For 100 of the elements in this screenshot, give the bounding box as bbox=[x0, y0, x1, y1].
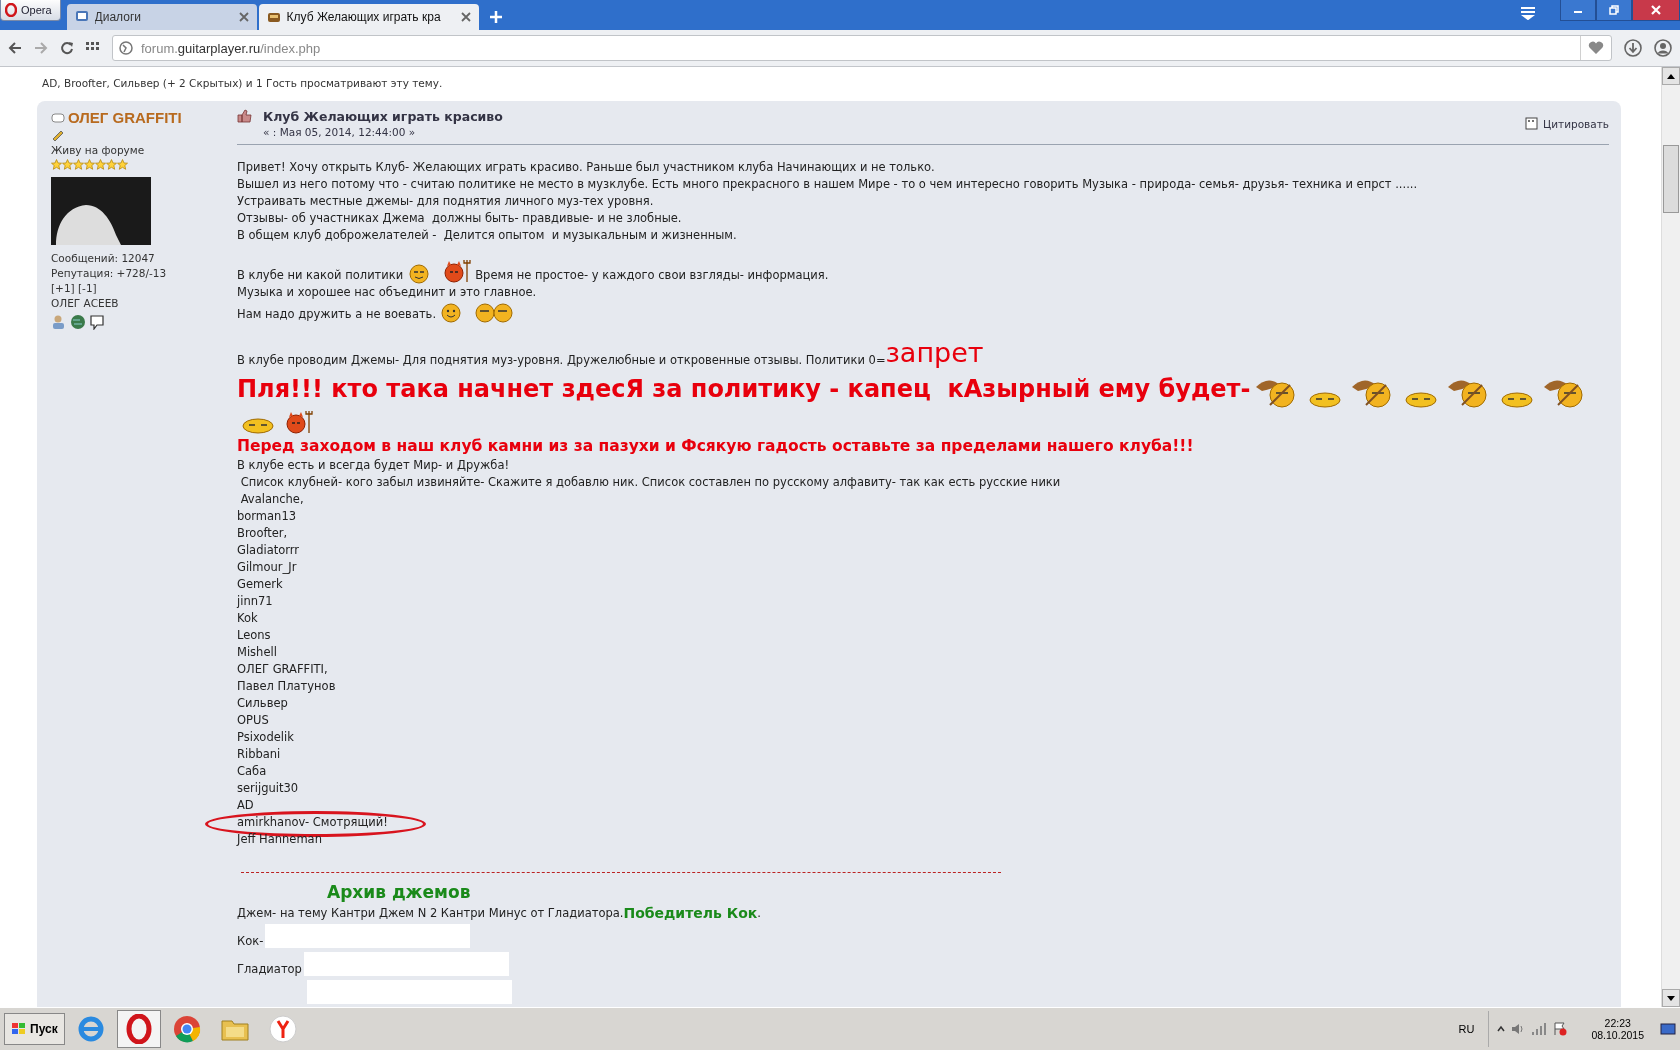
post-text-line: ОЛЕГ GRAFFITI, bbox=[237, 661, 328, 678]
post-text-line: OPUS bbox=[237, 712, 269, 729]
yandex-icon bbox=[267, 1014, 298, 1044]
post-count: Сообщений: 12047 bbox=[51, 252, 156, 264]
chrome-icon bbox=[171, 1014, 202, 1044]
star-icon bbox=[51, 159, 62, 170]
post-date: « : Мая 05, 2014, 12:44:00 » bbox=[263, 126, 417, 138]
speaker-icon[interactable] bbox=[1511, 1022, 1526, 1036]
post-text-line: Gemerk bbox=[237, 576, 283, 593]
download-icon[interactable] bbox=[1624, 39, 1642, 57]
scroll-up-icon[interactable] bbox=[1667, 73, 1675, 79]
sleepy-smiley-icon bbox=[1404, 391, 1439, 409]
smiley-icon bbox=[440, 301, 463, 323]
star-icon bbox=[62, 159, 73, 170]
post-text-line: Отзывы- об участниках Джема должны быть- правдивые- и не злобные. bbox=[237, 210, 682, 227]
quote-button[interactable]: Цитировать bbox=[1525, 117, 1609, 130]
close-icon[interactable] bbox=[460, 12, 471, 22]
menu-icon[interactable] bbox=[1520, 6, 1536, 20]
opera-menu-button[interactable]: Opera bbox=[0, 0, 61, 21]
opera-logo-icon bbox=[5, 3, 17, 17]
restore-button[interactable] bbox=[1596, 0, 1632, 21]
start-button[interactable]: Пуск bbox=[4, 1013, 65, 1045]
scroll-thumb[interactable] bbox=[1663, 145, 1679, 213]
post-text-line: Ribbani bbox=[237, 746, 281, 763]
devil-smiley-icon bbox=[441, 258, 472, 284]
devil-smiley-icon bbox=[283, 409, 313, 435]
speech-bubble-icon[interactable] bbox=[89, 314, 105, 330]
post-text-line: Устраивать местные джемы- для поднятия личного муз-тех уровня. bbox=[237, 193, 654, 210]
post-text-line: Psixodelik bbox=[237, 729, 294, 746]
star-icon bbox=[84, 159, 95, 170]
star-icon bbox=[95, 159, 106, 170]
post-text-line: Саба bbox=[237, 763, 267, 780]
post-text-line: borman13 bbox=[237, 508, 297, 525]
guitar-amp-icon bbox=[266, 10, 281, 24]
post-text-line: Gladiatorrr bbox=[237, 542, 300, 559]
post-text-line: В общем клуб доброжелателей - Делится опытом и музыкальным и жизненным. bbox=[237, 227, 737, 244]
heart-icon[interactable] bbox=[1588, 41, 1604, 55]
post-text-line: AD bbox=[237, 797, 254, 814]
post-text-line: jinn71 bbox=[237, 593, 273, 610]
post-text: В клубе ни какой политики bbox=[237, 267, 404, 284]
restore-icon bbox=[1609, 5, 1619, 15]
star-icon bbox=[117, 159, 128, 170]
star-icon bbox=[106, 159, 117, 170]
scroll-down-icon[interactable] bbox=[1667, 995, 1675, 1001]
show-desktop-icon[interactable] bbox=[1660, 1021, 1676, 1037]
vote-links[interactable]: [+1] [-1] bbox=[51, 282, 221, 294]
post-text-line: Broofter, bbox=[237, 525, 288, 542]
post-text-line: Сильвер bbox=[237, 695, 288, 712]
post-text: Время не простое- у каждого свои взгляды- информация. bbox=[475, 267, 829, 284]
scrollbar[interactable] bbox=[1661, 67, 1680, 1007]
warning-heading: Пля!!! кто така начнет здесЯ за политику - капец кАзырный ему будет- bbox=[237, 374, 1251, 405]
archive-heading: Архив джемов bbox=[327, 881, 471, 904]
post-text-line: serijguit30 bbox=[237, 780, 299, 797]
post-text: Гладиатор bbox=[237, 961, 302, 978]
post-text-line: Mishell bbox=[237, 644, 277, 661]
sleepy-smiley-icon bbox=[241, 417, 275, 435]
post-text-line: Leons bbox=[237, 627, 271, 644]
post-text-line: Kok bbox=[237, 610, 258, 627]
reputation: Репутация: +728/-13 bbox=[51, 267, 168, 279]
sleepy-smiley-icon bbox=[1308, 391, 1343, 409]
flag-alert-icon[interactable] bbox=[1553, 1022, 1568, 1036]
reload-icon[interactable] bbox=[60, 41, 74, 55]
post-text: Джем- на тему Кантри Джем N 2 Кантри Минус от Гладиатора. bbox=[237, 905, 624, 922]
chevron-up-icon[interactable] bbox=[1497, 1025, 1506, 1033]
language-indicator[interactable]: RU bbox=[1458, 1023, 1475, 1035]
clock[interactable]: 22:23 08.10.2015 bbox=[1591, 1017, 1644, 1041]
address-field[interactable]: forum.guitarplayer.ru/index.php bbox=[112, 35, 1612, 61]
post-text-line: Вышел из него потому что - считаю политике не место в музклубе. Есть много прекрасного в нашем Мире - то о чем интересно говорить Музыка - природа- семья- друзья- техника и епрст ...... bbox=[237, 176, 1418, 193]
pencil-icon bbox=[51, 129, 65, 141]
close-icon[interactable] bbox=[238, 12, 249, 22]
post-text: . bbox=[757, 905, 761, 922]
post-text-line: Jeff Hanneman bbox=[237, 831, 322, 848]
back-icon[interactable] bbox=[8, 42, 22, 54]
post-text-line: Павел Платунов bbox=[237, 678, 336, 695]
post-text: В клубе проводим Джемы- Для поднятия муз-уровня. Дружелюбные и откровенные отзывы. Политики 0= bbox=[237, 352, 886, 369]
post-text-line: Привет! Хочу открыть Клуб- Желающих играть красиво. Раньше был участником клуба Начинающих и не только. bbox=[237, 159, 935, 176]
quote-icon bbox=[1525, 117, 1539, 130]
post-text-line: Gilmour_Jr bbox=[237, 559, 297, 576]
post-title[interactable]: Клуб Желающих играть красиво bbox=[263, 109, 1516, 124]
post-text-line: amirkhanov- Смотрящий! bbox=[237, 814, 388, 831]
close-icon bbox=[1651, 5, 1661, 15]
browser-tab[interactable]: Клуб Желающих играть кра bbox=[258, 4, 479, 30]
account-icon[interactable] bbox=[1654, 39, 1672, 57]
real-name: ОЛЕГ АСЕЕВ bbox=[51, 297, 120, 309]
post-text-line: Музыка и хорошее нас объединит и это главное. bbox=[237, 284, 537, 301]
chat-icon bbox=[74, 10, 89, 24]
browser-tab[interactable]: Диалоги bbox=[66, 4, 257, 30]
member-rank: Живу на форуме bbox=[51, 144, 146, 156]
post-text-line: Список клубней- кого забыл извиняйте- Скажите я добавлю ник. Список составлен по русскому алфавиту- так как есть русские ники bbox=[239, 474, 1061, 491]
post-text: Нам надо дружить а не воевать. bbox=[237, 306, 437, 323]
opera-button[interactable] bbox=[116, 1010, 161, 1048]
warning-word: запрет bbox=[885, 337, 984, 369]
windows-flag-icon bbox=[11, 1022, 27, 1036]
url-text: forum.guitarplayer.ru/index.php bbox=[141, 40, 321, 56]
minimize-button[interactable] bbox=[1560, 0, 1596, 21]
star-icon bbox=[73, 159, 84, 170]
plus-icon[interactable] bbox=[488, 10, 503, 24]
thumbs-up-icon bbox=[237, 109, 253, 123]
close-button[interactable] bbox=[1632, 0, 1680, 21]
post-text-line: В клубе есть и всегда будет Мир- и Дружба! bbox=[237, 457, 510, 474]
